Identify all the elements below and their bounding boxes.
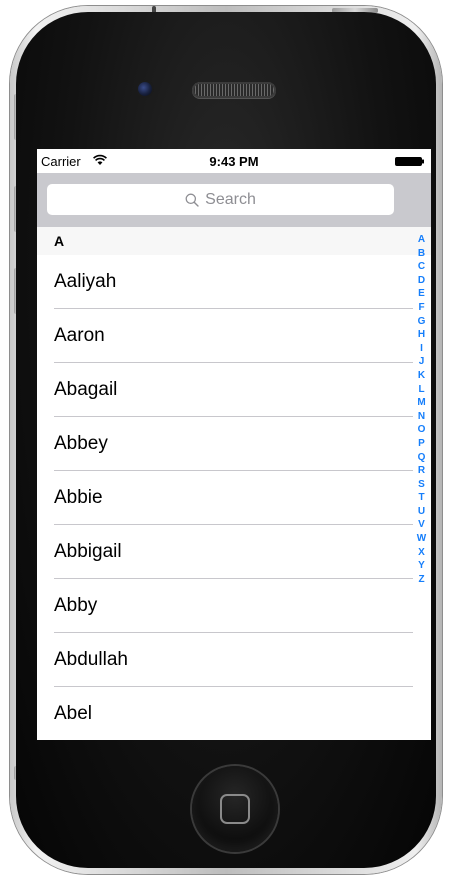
list-item[interactable]: Abbey bbox=[37, 417, 431, 471]
search-icon bbox=[185, 193, 199, 207]
earpiece-speaker-icon bbox=[192, 82, 276, 98]
status-bar: Carrier 9:43 PM bbox=[37, 149, 431, 173]
index-letter-o[interactable]: O bbox=[418, 423, 426, 437]
list-item-label: Aaliyah bbox=[54, 271, 117, 292]
index-letter-g[interactable]: G bbox=[418, 315, 426, 329]
index-letter-s[interactable]: S bbox=[418, 478, 425, 492]
list-item-label: Abbigail bbox=[54, 541, 122, 562]
index-letter-e[interactable]: E bbox=[418, 287, 425, 301]
index-letter-q[interactable]: Q bbox=[418, 451, 426, 465]
list-item-label: Aaron bbox=[54, 325, 105, 346]
index-letter-p[interactable]: P bbox=[418, 437, 425, 451]
index-letter-j[interactable]: J bbox=[419, 355, 425, 369]
index-letter-x[interactable]: X bbox=[418, 546, 425, 560]
list-item[interactable]: Aaliyah bbox=[37, 255, 431, 309]
index-letter-c[interactable]: C bbox=[418, 260, 425, 274]
index-letter-z[interactable]: Z bbox=[418, 573, 424, 587]
index-letter-b[interactable]: B bbox=[418, 247, 425, 261]
status-time: 9:43 PM bbox=[209, 154, 259, 169]
index-letter-d[interactable]: D bbox=[418, 274, 425, 288]
contact-list: Aaliyah Aaron Abagail Abbey Abbie Abbiga… bbox=[37, 255, 431, 740]
index-letter-h[interactable]: H bbox=[418, 328, 425, 342]
index-letter-r[interactable]: R bbox=[418, 464, 425, 478]
list-item[interactable]: Abbigail bbox=[37, 525, 431, 579]
section-title: A bbox=[54, 233, 65, 249]
list-item[interactable]: Abby bbox=[37, 579, 431, 633]
list-item-label: Abby bbox=[54, 595, 98, 616]
index-letter-a[interactable]: A bbox=[418, 233, 425, 247]
list-item[interactable]: Abdullah bbox=[37, 633, 431, 687]
index-letter-l[interactable]: L bbox=[418, 383, 424, 397]
battery-icon bbox=[395, 157, 424, 166]
list-item-label: Abagail bbox=[54, 379, 118, 400]
index-letter-v[interactable]: V bbox=[418, 518, 425, 532]
screen: Carrier 9:43 PM Search A Aaliyah Aaron A… bbox=[37, 149, 431, 740]
home-button[interactable] bbox=[192, 766, 278, 852]
list-item[interactable]: Abbie bbox=[37, 471, 431, 525]
index-letter-i[interactable]: I bbox=[420, 342, 423, 356]
index-letter-u[interactable]: U bbox=[418, 505, 425, 519]
index-letter-w[interactable]: W bbox=[417, 532, 426, 546]
list-item-label: Abel bbox=[54, 703, 93, 724]
index-letter-m[interactable]: M bbox=[417, 396, 425, 410]
front-camera-icon bbox=[138, 82, 152, 96]
list-item[interactable]: Abel bbox=[37, 687, 431, 740]
index-letter-f[interactable]: F bbox=[418, 301, 424, 315]
list-item-label: Abdullah bbox=[54, 649, 128, 670]
section-index-bar[interactable]: A B C D E F G H I J K L M N O P Q R S T … bbox=[412, 233, 431, 586]
index-letter-k[interactable]: K bbox=[418, 369, 425, 383]
home-button-icon bbox=[220, 794, 250, 824]
index-letter-n[interactable]: N bbox=[418, 410, 425, 424]
search-bar: Search bbox=[37, 173, 431, 227]
index-letter-y[interactable]: Y bbox=[418, 559, 425, 573]
index-letter-t[interactable]: T bbox=[418, 491, 424, 505]
list-item[interactable]: Abagail bbox=[37, 363, 431, 417]
list-item-label: Abbie bbox=[54, 487, 103, 508]
search-input[interactable]: Search bbox=[47, 184, 394, 215]
list-item[interactable]: Aaron bbox=[37, 309, 431, 363]
search-placeholder: Search bbox=[205, 190, 256, 208]
section-header: A bbox=[37, 227, 431, 255]
list-item-label: Abbey bbox=[54, 433, 108, 454]
